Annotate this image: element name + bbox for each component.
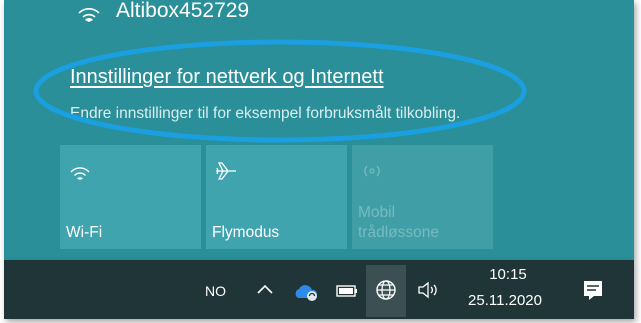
wifi-toggle-tile[interactable]: Wi-Fi	[60, 145, 201, 249]
globe-network-icon[interactable]	[374, 278, 398, 302]
clock-date[interactable]: 25.11.2020	[450, 292, 560, 309]
wifi-icon	[70, 167, 90, 180]
battery-icon[interactable]	[334, 282, 360, 300]
mobile-hotspot-icon	[364, 165, 380, 177]
network-list-item[interactable]: Altibox452729	[76, 0, 249, 28]
network-flyout: Altibox452729 Innstillinger for nettverk…	[4, 0, 634, 260]
tile-label: Mobil trådløssone	[358, 204, 439, 241]
tile-label: Flymodus	[212, 224, 280, 241]
highlight-annotation	[33, 39, 527, 143]
airplane-icon	[216, 162, 236, 180]
language-indicator[interactable]: NO	[205, 283, 226, 299]
notification-icon[interactable]	[582, 278, 604, 302]
network-settings-description: Endre innstillinger til for eksempel for…	[70, 105, 461, 122]
chevron-up-icon[interactable]	[254, 279, 276, 299]
network-settings-link[interactable]: Innstillinger for nettverk og Internett	[70, 66, 384, 89]
airplane-mode-tile[interactable]: Flymodus	[206, 145, 347, 249]
tile-label: Wi-Fi	[66, 224, 103, 241]
onedrive-icon[interactable]	[292, 282, 320, 302]
clock-time[interactable]: 10:15	[478, 266, 538, 283]
taskbar: NO 10:15 25.11.2020	[4, 260, 634, 319]
network-name: Altibox452729	[116, 0, 250, 22]
wifi-icon	[78, 8, 100, 22]
mobile-hotspot-tile[interactable]: Mobil trådløssone	[352, 145, 493, 249]
speaker-icon[interactable]	[416, 279, 440, 301]
